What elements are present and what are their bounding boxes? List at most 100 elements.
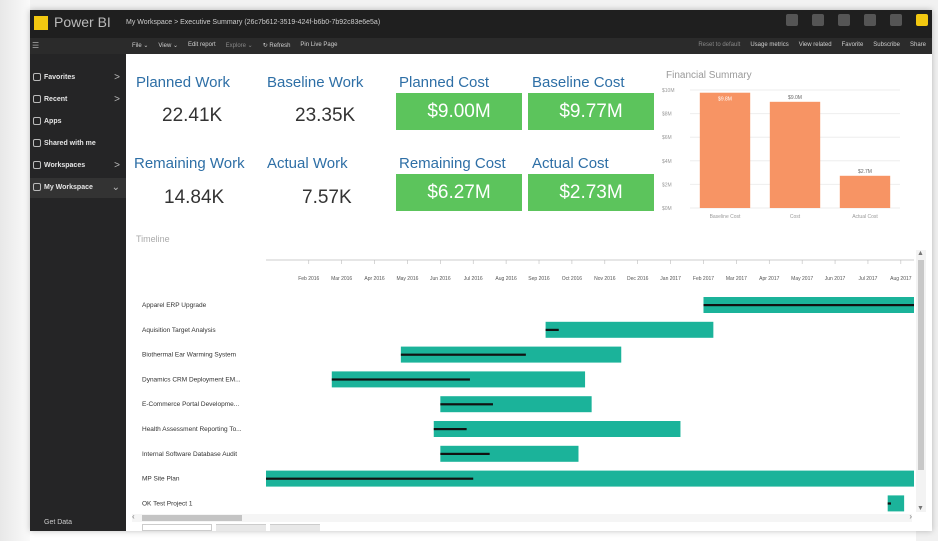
power-bi-window: Power BI My Workspace > Executive Summar… [30, 10, 932, 531]
task-progress-line [400, 353, 526, 356]
nav-apps[interactable]: Apps [30, 112, 126, 132]
scroll-up-arrow-icon[interactable]: ▲ [917, 250, 924, 257]
baseline-cost-title: Baseline Cost [532, 74, 625, 91]
bar-baseline-cost [699, 92, 751, 208]
y-tick-label: $6M [662, 135, 672, 141]
task-progress-line [331, 378, 470, 381]
report-toolbar: ☰ File ⌄ View ⌄ Edit report Explore ⌄ ↻ … [30, 38, 932, 54]
task-label: Dynamics CRM Deployment EM... [142, 376, 241, 383]
actual-cost-value: $2.73M [559, 181, 623, 203]
horizontal-scrollbar[interactable]: ‹ › [132, 512, 912, 522]
financial-summary-chart[interactable]: $0M $2M $4M $6M $8M $10M $9.8M Baseline Cost $9.… [660, 82, 904, 232]
file-menu[interactable]: File ⌄ [132, 42, 148, 49]
task-progress-line [266, 477, 474, 480]
month-label: Apr 2017 [759, 276, 780, 282]
data-label: $9.8M [718, 97, 732, 103]
view-menu[interactable]: View ⌄ [158, 42, 178, 49]
explore-menu[interactable]: Explore ⌄ [226, 42, 253, 49]
edit-report-button[interactable]: Edit report [188, 42, 216, 49]
nav-workspaces[interactable]: Workspaces > [30, 156, 126, 176]
title-bar-icons [786, 14, 928, 26]
month-label: Aug 2016 [495, 276, 517, 282]
chevron-right-icon[interactable]: > [114, 72, 120, 83]
subscribe-button[interactable]: Subscribe [873, 42, 900, 48]
scroll-left-arrow-icon[interactable]: ‹ [132, 512, 135, 521]
person-icon [33, 183, 41, 191]
page-tab[interactable] [270, 524, 320, 531]
vertical-scrollbar[interactable]: ▲ ▼ [916, 250, 926, 512]
star-icon [33, 73, 41, 81]
nav-recent[interactable]: Recent > [30, 90, 126, 110]
share-button[interactable]: Share [910, 42, 926, 48]
task-label: Biothermal Ear Warming System [142, 352, 236, 359]
help-icon[interactable] [864, 14, 876, 26]
usage-metrics-button[interactable]: Usage metrics [750, 42, 788, 48]
task-label: Apparel ERP Upgrade [142, 302, 207, 309]
report-canvas: Planned Work 22.41K Baseline Work 23.35K… [126, 54, 932, 531]
favorite-button[interactable]: Favorite [842, 42, 864, 48]
download-icon[interactable] [838, 14, 850, 26]
remaining-work-value: 14.84K [164, 187, 225, 208]
remaining-cost-card[interactable]: $6.27M [396, 174, 522, 211]
nav-shared-with-me[interactable]: Shared with me [30, 134, 126, 154]
scroll-right-arrow-icon[interactable]: › [909, 512, 912, 521]
feedback-icon[interactable] [890, 14, 902, 26]
task-progress-line [887, 502, 891, 505]
bar-cost [769, 101, 821, 208]
month-label: Feb 2017 [693, 276, 714, 282]
timeline-gantt-chart[interactable]: Feb 2016 Mar 2016 Apr 2016 May 2016 Jun 2016… [130, 250, 914, 512]
remaining-cost-title: Remaining Cost [399, 155, 506, 172]
chevron-right-icon[interactable]: > [114, 160, 120, 171]
page-tab[interactable] [216, 524, 266, 531]
notifications-icon[interactable] [786, 14, 798, 26]
page-tab-active[interactable] [142, 524, 212, 531]
y-tick-label: $8M [662, 112, 672, 118]
get-data-button[interactable]: Get Data [30, 514, 126, 531]
toolbar-right: Reset to default Usage metrics View rela… [698, 42, 926, 48]
nav-label: Recent [44, 96, 68, 103]
task-progress-line [440, 403, 493, 406]
pin-live-page-button[interactable]: Pin Live Page [300, 42, 337, 49]
refresh-button[interactable]: ↻ Refresh [263, 42, 291, 49]
settings-icon[interactable] [812, 14, 824, 26]
nav-favorites[interactable]: Favorites > [30, 68, 126, 88]
baseline-work-value: 23.35K [295, 105, 356, 126]
background-window-top [30, 0, 930, 10]
reset-to-default-button[interactable]: Reset to default [698, 42, 740, 48]
planned-work-title: Planned Work [136, 74, 230, 91]
power-bi-logo-icon [34, 16, 48, 30]
task-label: Aquisition Target Analysis [142, 327, 216, 334]
baseline-work-title: Baseline Work [267, 74, 364, 91]
task-progress-line [433, 428, 467, 431]
scroll-down-arrow-icon[interactable]: ▼ [917, 505, 924, 512]
task-label: OK Test Project 1 [142, 500, 193, 507]
user-avatar[interactable] [916, 14, 928, 26]
get-data-label: Get Data [44, 519, 73, 526]
scroll-thumb[interactable] [142, 515, 242, 521]
scroll-thumb[interactable] [918, 260, 924, 470]
month-label: Jan 2017 [660, 276, 681, 282]
hamburger-icon[interactable]: ☰ [32, 42, 40, 50]
nav-label: Workspaces [44, 162, 86, 169]
planned-work-value: 22.41K [162, 105, 223, 126]
task-progress-line [545, 328, 559, 331]
data-label: $2.7M [858, 169, 872, 175]
remaining-work-title: Remaining Work [134, 155, 245, 172]
nav-label: Apps [44, 118, 62, 125]
nav-my-workspace[interactable]: My Workspace ⌄ [30, 178, 126, 198]
chevron-down-icon[interactable]: ⌄ [112, 182, 120, 193]
shared-icon [33, 139, 41, 147]
workspaces-icon [33, 161, 41, 169]
actual-cost-title: Actual Cost [532, 155, 609, 172]
baseline-cost-card[interactable]: $9.77M [528, 93, 654, 130]
x-tick-label: Baseline Cost [710, 214, 741, 220]
breadcrumb[interactable]: My Workspace > Executive Summary (26c7b6… [126, 19, 380, 26]
planned-cost-card[interactable]: $9.00M [396, 93, 522, 130]
task-progress-line [440, 452, 490, 455]
planned-cost-title: Planned Cost [399, 74, 490, 91]
actual-cost-card[interactable]: $2.73M [528, 174, 654, 211]
chevron-right-icon[interactable]: > [114, 94, 120, 105]
y-tick-label: $4M [662, 159, 672, 165]
x-tick-label: Actual Cost [852, 214, 878, 220]
view-related-button[interactable]: View related [799, 42, 832, 48]
